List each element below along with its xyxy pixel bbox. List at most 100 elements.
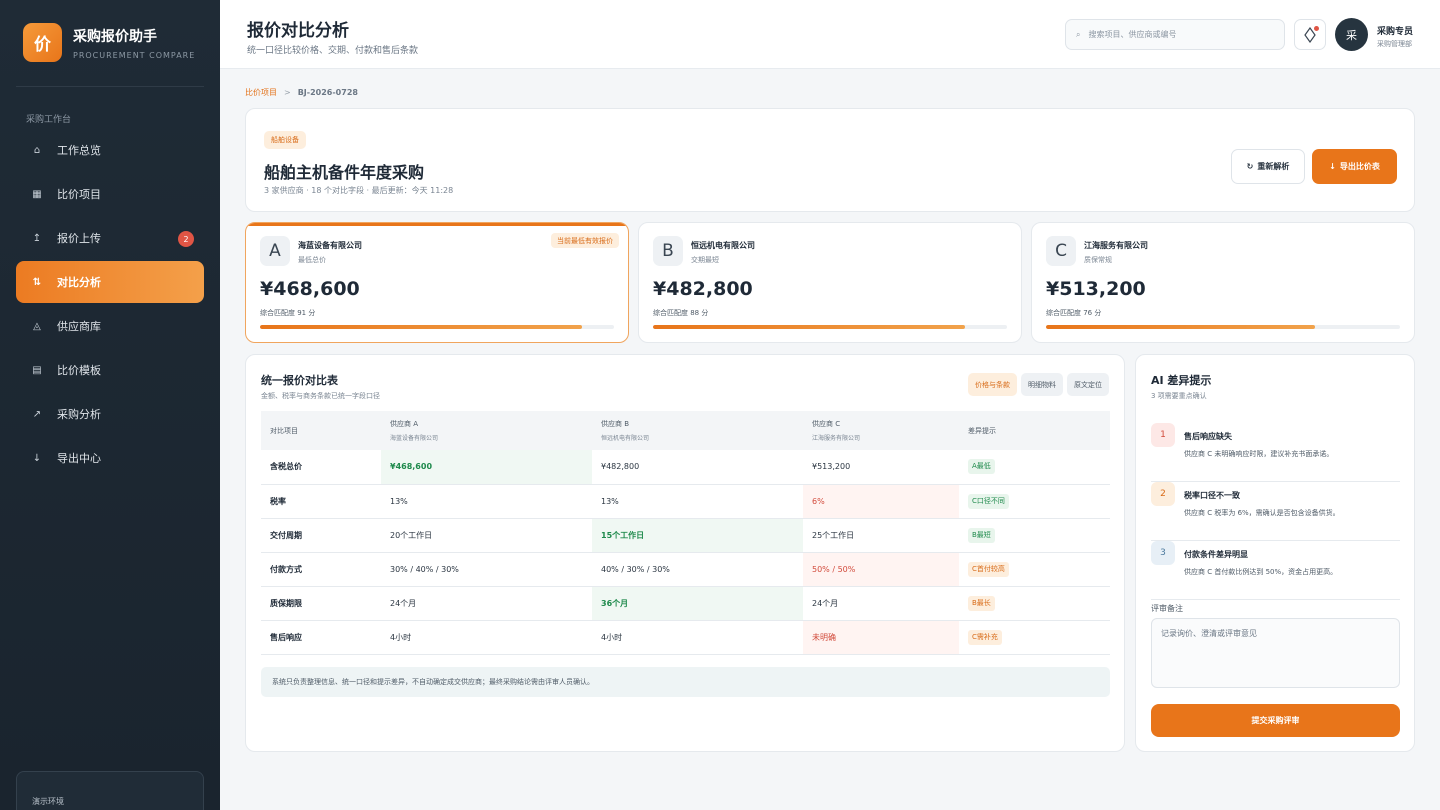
project-meta: 3 家供应商 · 18 个对比字段 · 最后更新：今天 11:28 bbox=[264, 186, 454, 195]
column-header-diff: 差异提示 bbox=[959, 411, 1110, 450]
breadcrumb-separator: > bbox=[284, 88, 291, 97]
breadcrumb: 比价项目 > BJ-2026-0728 bbox=[245, 87, 358, 98]
supplier-card-a[interactable]: A 海蓝设备有限公司 最低总价 当前最低有效报价 ¥468,600 综合匹配度 … bbox=[245, 222, 629, 343]
cell-supplier-c: ¥513,200 bbox=[803, 450, 959, 485]
supplier-letter: A bbox=[260, 236, 290, 266]
sidebar-item-analytics[interactable]: ↗ 采购分析 bbox=[16, 393, 204, 435]
row-label: 售后响应 bbox=[261, 620, 381, 655]
score-bar bbox=[260, 325, 614, 329]
comparison-card: 统一报价对比表 金额、税率与商务条款已统一字段口径 价格与条款 明细物料 原文定… bbox=[245, 354, 1125, 752]
insight-description: 供应商 C 未明确响应时限，建议补充书面承诺。 bbox=[1184, 450, 1334, 458]
sidebar: 价 采购报价助手 PROCUREMENT COMPARE 采购工作台 ⌂ 工作总… bbox=[0, 0, 220, 810]
supplier-price: ¥513,200 bbox=[1046, 278, 1146, 300]
cell-diff: A最低 bbox=[959, 450, 1110, 485]
supplier-card-c[interactable]: C 江海服务有限公司 质保常规 ¥513,200 综合匹配度 76 分 bbox=[1031, 222, 1415, 343]
diff-badge: A最低 bbox=[968, 459, 995, 475]
project-card: 船舶设备 船舶主机备件年度采购 3 家供应商 · 18 个对比字段 · 最后更新… bbox=[245, 108, 1415, 212]
breadcrumb-parent-link[interactable]: 比价项目 bbox=[245, 87, 277, 98]
lowest-price-badge: 当前最低有效报价 bbox=[551, 233, 619, 248]
table-row: 付款方式 30% / 40% / 30% 40% / 30% / 30% 50%… bbox=[261, 552, 1110, 587]
sidebar-item-templates[interactable]: ▤ 比价模板 bbox=[16, 349, 204, 391]
export-button-label: 导出比价表 bbox=[1339, 162, 1380, 171]
review-note-input[interactable] bbox=[1151, 618, 1400, 688]
ai-insight-item[interactable]: 2 税率口径不一致 供应商 C 税率为 6%，需确认是否包含设备供货。 bbox=[1151, 482, 1400, 541]
score-bar-fill bbox=[260, 325, 583, 329]
sidebar-item-overview[interactable]: ⌂ 工作总览 bbox=[16, 129, 204, 171]
environment-box: 演示环境 bbox=[16, 771, 204, 810]
sidebar-item-upload[interactable]: ↥ 报价上传 2 bbox=[16, 217, 204, 259]
supplier-name: 恒远机电有限公司 bbox=[691, 241, 755, 250]
cell-supplier-c: 未明确 bbox=[803, 620, 959, 655]
cell-supplier-b: 40% / 30% / 30% bbox=[592, 552, 803, 587]
search-box[interactable]: ⌕ bbox=[1065, 19, 1285, 50]
search-icon: ⌕ bbox=[1076, 29, 1081, 39]
supplier-card-b[interactable]: B 恒远机电有限公司 交期最短 ¥482,800 综合匹配度 88 分 bbox=[638, 222, 1022, 343]
cell-supplier-a: 20个工作日 bbox=[381, 518, 592, 553]
row-label: 税率 bbox=[261, 484, 381, 519]
cell-supplier-b: 4小时 bbox=[592, 620, 803, 655]
tab-price-terms[interactable]: 价格与条款 bbox=[968, 373, 1017, 396]
ai-insight-item[interactable]: 3 付款条件差异明显 供应商 C 首付款比例达到 50%，资金占用更高。 bbox=[1151, 541, 1400, 600]
tab-source-locate[interactable]: 原文定位 bbox=[1067, 373, 1109, 396]
cell-supplier-b: 36个月 bbox=[592, 586, 803, 621]
table-row: 含税总价 ¥468,600 ¥482,800 ¥513,200 A最低 bbox=[261, 450, 1110, 485]
score-bar bbox=[653, 325, 1007, 329]
sidebar-item-export[interactable]: ↓ 导出中心 bbox=[16, 437, 204, 479]
ai-insight-item[interactable]: 1 售后响应缺失 供应商 C 未明确响应时限，建议补充书面承诺。 bbox=[1151, 423, 1400, 482]
notification-button[interactable] bbox=[1294, 19, 1326, 50]
sidebar-item-label: 对比分析 bbox=[57, 276, 101, 289]
diff-badge: B最短 bbox=[968, 527, 995, 543]
insight-description: 供应商 C 首付款比例达到 50%，资金占用更高。 bbox=[1184, 568, 1338, 576]
home-icon: ⌂ bbox=[33, 144, 41, 156]
column-header-supplier-a: 供应商 A 海蓝设备有限公司 bbox=[381, 411, 592, 450]
sidebar-item-suppliers[interactable]: ◬ 供应商库 bbox=[16, 305, 204, 347]
refresh-icon: ↻ bbox=[1246, 162, 1254, 171]
export-button[interactable]: ↓ 导出比价表 bbox=[1312, 149, 1397, 184]
supplier-note: 交期最短 bbox=[691, 256, 719, 264]
column-header-item: 对比项目 bbox=[261, 411, 381, 450]
cell-diff: C需补充 bbox=[959, 620, 1110, 655]
sidebar-item-label: 报价上传 bbox=[57, 232, 101, 245]
supplier-score: 综合匹配度 88 分 bbox=[653, 309, 709, 317]
sidebar-nav: ⌂ 工作总览 ▦ 比价项目 ↥ 报价上传 2 ⇅ 对比分析 ◬ 供应商库 ▤ 比… bbox=[16, 129, 204, 481]
user-role: 采购管理部 bbox=[1377, 40, 1412, 48]
cell-supplier-b: 15个工作日 bbox=[592, 518, 803, 553]
disclaimer-notice: 系统只负责整理信息、统一口径和提示差异，不自动确定成交供应商；最终采购结论需由评… bbox=[261, 667, 1110, 697]
supplier-name: 海蓝设备有限公司 bbox=[298, 241, 362, 250]
search-input[interactable] bbox=[1088, 30, 1269, 39]
submit-review-button[interactable]: 提交采购评审 bbox=[1151, 704, 1400, 737]
supplier-note: 质保常规 bbox=[1084, 256, 1112, 264]
table-row: 交付周期 20个工作日 15个工作日 25个工作日 B最短 bbox=[261, 518, 1110, 553]
insight-description: 供应商 C 税率为 6%，需确认是否包含设备供货。 bbox=[1184, 509, 1340, 517]
brand-title: 采购报价助手 bbox=[73, 28, 157, 45]
download-icon: ↓ bbox=[1329, 162, 1336, 171]
diff-badge: C首付较高 bbox=[968, 561, 1009, 577]
cell-supplier-a: 24个月 bbox=[381, 586, 592, 621]
reparse-button-label: 重新解析 bbox=[1257, 162, 1290, 171]
sidebar-item-label: 比价模板 bbox=[57, 364, 101, 377]
sidebar-item-projects[interactable]: ▦ 比价项目 bbox=[16, 173, 204, 215]
page-subtitle: 统一口径比较价格、交期、付款和售后条款 bbox=[247, 46, 419, 56]
comparison-table: 对比项目 供应商 A 海蓝设备有限公司 供应商 B 恒远机电有限公司 供应商 C 江海… bbox=[261, 411, 1110, 655]
sidebar-item-label: 导出中心 bbox=[57, 452, 101, 465]
supplier-score: 综合匹配度 91 分 bbox=[260, 309, 316, 317]
sidebar-item-compare[interactable]: ⇅ 对比分析 bbox=[16, 261, 204, 303]
supplier-icon: ◬ bbox=[33, 320, 41, 332]
cell-supplier-c: 6% bbox=[803, 484, 959, 519]
score-bar bbox=[1046, 325, 1400, 329]
sidebar-divider bbox=[16, 86, 204, 87]
cell-diff: C首付较高 bbox=[959, 552, 1110, 587]
tab-line-items[interactable]: 明细物料 bbox=[1021, 373, 1063, 396]
table-row: 质保期限 24个月 36个月 24个月 B最长 bbox=[261, 586, 1110, 621]
reparse-button[interactable]: ↻ 重新解析 bbox=[1231, 149, 1305, 184]
sidebar-item-label: 采购分析 bbox=[57, 408, 101, 421]
swap-icon: ⇅ bbox=[32, 276, 42, 288]
table-header-row: 对比项目 供应商 A 海蓝设备有限公司 供应商 B 恒远机电有限公司 供应商 C 江海… bbox=[261, 411, 1110, 450]
grid-icon: ▦ bbox=[32, 188, 42, 200]
sidebar-item-label: 比价项目 bbox=[57, 188, 101, 201]
brand: 价 采购报价助手 PROCUREMENT COMPARE bbox=[23, 23, 195, 62]
cell-supplier-c: 24个月 bbox=[803, 586, 959, 621]
insight-title: 售后响应缺失 bbox=[1184, 432, 1232, 441]
cell-supplier-a: 4小时 bbox=[381, 620, 592, 655]
avatar[interactable]: 采 bbox=[1335, 18, 1368, 51]
